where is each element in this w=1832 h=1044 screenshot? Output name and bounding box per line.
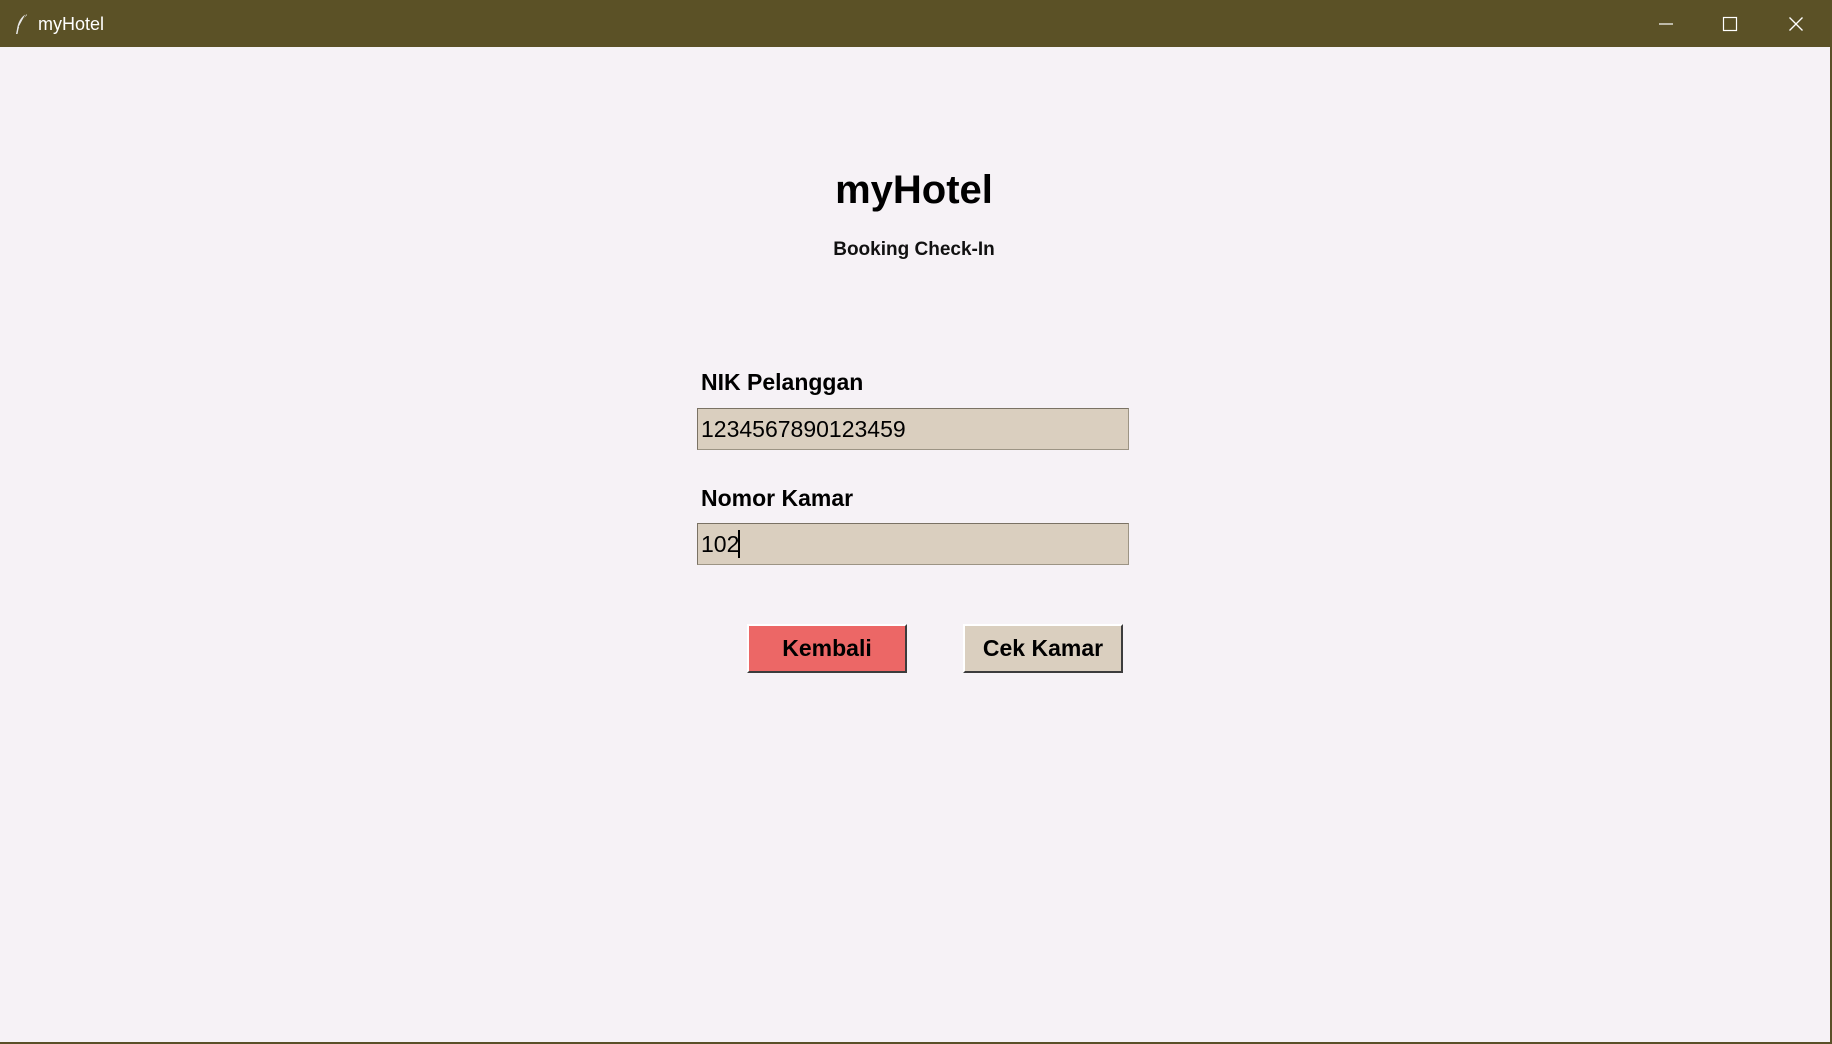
- room-number-label: Nomor Kamar: [701, 485, 854, 511]
- close-icon: [1789, 16, 1803, 31]
- check-room-button[interactable]: Cek Kamar: [963, 624, 1123, 673]
- window-title: myHotel: [38, 14, 105, 34]
- app-window: myHotel myHotel Booking Check-In NIK Pel…: [0, 0, 1832, 1044]
- nik-label: NIK Pelanggan: [701, 369, 864, 395]
- page-title: myHotel: [835, 168, 993, 212]
- main-content: myHotel Booking Check-In NIK Pelanggan N…: [0, 47, 1830, 1042]
- maximize-button[interactable]: [1698, 0, 1762, 47]
- nik-input[interactable]: [697, 408, 1129, 450]
- minimize-icon: [1659, 22, 1673, 25]
- feather-icon: [16, 13, 27, 34]
- back-button[interactable]: Kembali: [747, 624, 907, 673]
- title-bar[interactable]: myHotel: [0, 0, 1832, 47]
- maximize-icon: [1722, 16, 1738, 31]
- text-cursor: [738, 530, 740, 558]
- page-subtitle: Booking Check-In: [833, 239, 995, 260]
- room-number-input[interactable]: [697, 523, 1129, 565]
- close-button[interactable]: [1764, 0, 1828, 47]
- minimize-button[interactable]: [1634, 0, 1698, 47]
